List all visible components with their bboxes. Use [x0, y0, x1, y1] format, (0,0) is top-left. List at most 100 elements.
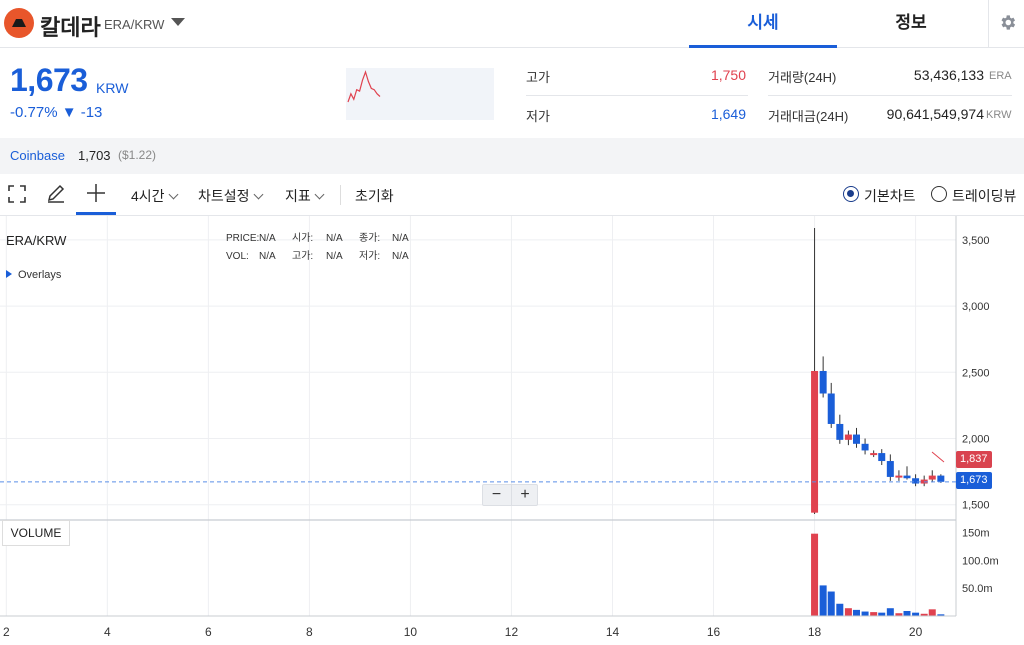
ohlc-low-value: N/A: [392, 251, 409, 262]
price-sparkline: [346, 68, 494, 120]
candle-body: [886, 461, 894, 477]
current-price-unit: KRW: [96, 80, 129, 96]
volume-bar: [811, 533, 819, 616]
sparkline-path: [347, 70, 381, 103]
chart-toolbar: 4시간 차트설정 지표 초기화 기본차트 트레이딩뷰: [0, 174, 1024, 216]
high-marker-icon: [931, 451, 945, 463]
price-change: -0.77% ▼ -13: [10, 104, 103, 121]
candle-body: [895, 475, 903, 478]
indicators-dropdown[interactable]: 지표: [285, 186, 325, 206]
price-tick-label: 1,500: [962, 500, 990, 512]
volume-24h-label: 거래량(24H): [768, 70, 837, 85]
chart-canvas[interactable]: 2 4 6 8 10 12 14 16 18 20 1,500 2,000 2,500 3,000 3,50…: [0, 216, 1024, 645]
tab-market-price[interactable]: 시세: [689, 0, 837, 48]
chart-settings-label: 차트설정: [198, 188, 250, 204]
volume-bar: [912, 612, 920, 616]
indicators-label: 지표: [285, 188, 311, 204]
pencil-icon[interactable]: [45, 183, 67, 205]
overlays-label: Overlays: [18, 269, 62, 281]
coin-select-caret-icon[interactable]: [171, 18, 185, 26]
high-label: 고가: [526, 70, 550, 85]
volume-bar: [827, 591, 835, 616]
volume-24h-value: 53,436,133: [913, 67, 984, 83]
candle-body: [844, 434, 852, 440]
tab-info-label: 정보: [895, 13, 927, 32]
ohlc-vol-label: VOL:: [226, 251, 249, 262]
candle-body: [827, 393, 835, 424]
fullscreen-icon[interactable]: [7, 184, 27, 204]
x-tick-label: 2: [3, 625, 10, 639]
candle-body: [861, 443, 869, 451]
ohlc-open-value: N/A: [326, 233, 343, 244]
interval-dropdown[interactable]: 4시간: [131, 186, 178, 206]
crosshair-icon[interactable]: [85, 182, 107, 204]
basic-chart-radio[interactable]: [843, 186, 859, 202]
x-tick-label: 4: [104, 625, 111, 639]
volume-bar: [903, 610, 911, 616]
ohlc-legend: PRICE: N/A 시가: N/A 종가: N/A VOL: N/A 고가: …: [226, 232, 409, 262]
ohlc-high-value: N/A: [326, 251, 343, 262]
zoom-in-button[interactable]: +: [511, 485, 538, 505]
ohlc-price-value: N/A: [259, 233, 276, 244]
price-summary: 1,673 KRW -0.77% ▼ -13 고가 1,750 저가 1,649…: [0, 48, 1024, 138]
overlays-toggle[interactable]: Overlays: [6, 269, 61, 281]
caldera-logo-icon: [4, 8, 34, 38]
candle-body: [937, 475, 945, 482]
stat-divider: [526, 95, 748, 96]
volume-bar: [878, 612, 886, 616]
x-tick-label: 10: [404, 625, 418, 639]
high-price-tag: 1,837: [956, 451, 992, 468]
volume-bar: [819, 585, 827, 616]
trading-view-radio[interactable]: [931, 186, 947, 202]
basic-chart-label[interactable]: 기본차트: [864, 186, 916, 206]
x-tick-label: 18: [808, 625, 822, 639]
trading-view-label[interactable]: 트레이딩뷰: [952, 186, 1016, 206]
amount-24h-unit: KRW: [986, 109, 1012, 121]
ohlc-open-label: 시가:: [292, 232, 313, 244]
price-tick-label: 2,000: [962, 434, 990, 446]
reset-button[interactable]: 초기화: [355, 186, 394, 206]
x-tick-label: 16: [707, 625, 721, 639]
coin-pair[interactable]: ERA/KRW: [104, 17, 164, 32]
zoom-out-button[interactable]: −: [483, 485, 510, 505]
ohlc-high-label: 고가:: [292, 250, 313, 262]
chart-pair-title: ERA/KRW: [6, 233, 67, 248]
candlestick-chart[interactable]: 2 4 6 8 10 12 14 16 18 20 1,500 2,000 2,500 3,000 3,50…: [0, 216, 1024, 645]
candle-body: [912, 478, 920, 484]
candle-body: [819, 370, 827, 394]
ohlc-close-label: 종가:: [359, 232, 380, 244]
ohlc-low-label: 저가:: [359, 250, 380, 262]
chevron-down-icon: [253, 189, 263, 200]
exchange-name[interactable]: Coinbase: [10, 148, 65, 163]
crosshair-active-indicator: [76, 212, 116, 215]
volume-24h-unit: ERA: [989, 70, 1012, 82]
ohlc-vol-value: N/A: [259, 251, 276, 262]
toolbar-divider: [340, 185, 341, 205]
zoom-control: − +: [482, 484, 538, 506]
volume-bar: [861, 611, 869, 616]
amount-24h-value: 90,641,549,974: [886, 106, 984, 122]
price-tick-label: 3,000: [962, 301, 990, 313]
low-value: 1,649: [710, 106, 746, 122]
price-tick-label: 2,500: [962, 367, 990, 379]
chart-settings-dropdown[interactable]: 차트설정: [198, 186, 263, 206]
settings-button[interactable]: [988, 0, 1024, 48]
tab-info[interactable]: 정보: [837, 0, 985, 48]
gear-icon: [1001, 15, 1016, 30]
candle-body: [811, 370, 819, 513]
volume-tick-label: 50.0m: [962, 583, 993, 595]
x-tick-label: 20: [909, 625, 923, 639]
amount-24h-label: 거래대금(24H): [768, 109, 849, 124]
coin-name[interactable]: 칼데라: [40, 10, 101, 42]
volume-bar: [852, 609, 860, 616]
candle-body: [852, 434, 860, 444]
volume-bar: [836, 603, 844, 616]
expand-triangle-icon: [6, 270, 12, 278]
chevron-down-icon: [314, 189, 325, 200]
candle-body: [878, 453, 886, 462]
x-tick-label: 14: [606, 625, 620, 639]
candle-body: [928, 475, 936, 480]
x-tick-label: 8: [306, 625, 313, 639]
candle-body: [870, 453, 878, 456]
chevron-down-icon: [168, 189, 178, 200]
